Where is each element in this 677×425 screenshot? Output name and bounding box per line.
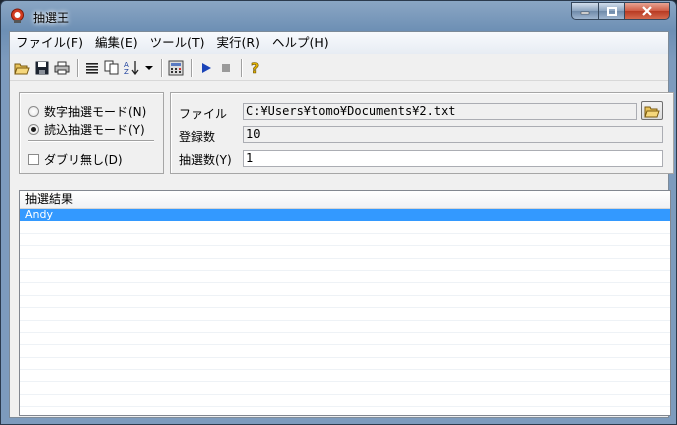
browse-button[interactable] [641,101,663,120]
toolbar-separator [161,58,163,77]
open-button[interactable] [13,59,31,77]
play-icon [202,62,211,73]
empty-row [20,221,670,234]
draw-count-label: 抽選数(Y) [179,153,232,167]
client-area: ファイル(F) 編集(E) ツール(T) 実行(R) ヘルプ(H) A Z ? … [9,31,674,418]
read-mode-option[interactable]: 読込抽選モード(Y) [28,121,145,138]
copy-icon [104,60,119,75]
print-button[interactable] [53,59,71,77]
maximize-button[interactable] [598,2,624,20]
file-path-field[interactable]: C:¥Users¥tomo¥Documents¥2.txt [243,103,637,120]
no-duplicate-checkbox[interactable] [28,154,39,165]
empty-row [20,308,670,321]
results-header-label: 抽選結果 [25,192,74,206]
save-icon [35,61,49,74]
list-item[interactable]: Andy [20,208,670,222]
count-field: 10 [243,126,663,143]
open-folder-icon [14,63,30,74]
toolbar-separator [241,58,243,77]
empty-row [20,259,670,271]
sort-az-icon: AZ [124,61,139,75]
svg-text:?: ? [251,61,259,76]
mode-group: 数字抽選モード(N) 読込抽選モード(Y) ダブリ無し(D) [19,92,164,174]
menu-run[interactable]: 実行(R) [211,32,266,54]
file-group: ファイル C:¥Users¥tomo¥Documents¥2.txt 登録数 1… [170,92,674,174]
stop-icon [222,63,230,72]
list-icon [86,62,98,74]
maximize-icon [606,6,617,16]
empty-row [20,358,670,371]
empty-row [20,333,670,346]
minimize-button[interactable] [571,2,598,20]
window-title: 抽選王 [33,11,70,25]
menu-file[interactable]: ファイル(F) [10,32,89,54]
dropdown-arrow-icon [145,65,153,70]
run-button[interactable] [197,59,215,77]
help-icon: ? [251,60,260,76]
app-ball-icon [11,8,24,23]
menu-help[interactable]: ヘルプ(H) [266,32,335,54]
open-folder-icon [644,106,660,117]
empty-row [20,382,670,395]
sort-button[interactable]: AZ [123,59,141,77]
number-mode-option[interactable]: 数字抽選モード(N) [28,103,146,120]
sort-dropdown-button[interactable] [143,59,155,77]
empty-row [20,345,670,358]
number-mode-label: 数字抽選モード(N) [44,105,147,119]
print-icon [54,61,70,74]
toolbar: AZ ? [10,55,668,81]
empty-row [20,296,670,309]
file-label: ファイル [179,107,228,121]
toolbar-separator [191,58,193,77]
close-button[interactable] [624,2,670,20]
empty-row [20,246,670,259]
app-window: 抽選王 ファイル(F) 編集(E) ツール(T) 実行(R) ヘルプ(H) A … [0,0,677,425]
stop-button[interactable] [217,59,235,77]
empty-row [20,283,670,296]
close-icon [642,6,652,16]
empty-row [20,395,670,408]
menu-tools[interactable]: ツール(T) [144,32,211,54]
toolbar-separator [77,58,79,77]
empty-row [20,321,670,333]
mode-divider [28,140,154,142]
help-button[interactable]: ? [247,59,265,77]
calculator-icon [168,60,184,75]
read-mode-label: 読込抽選モード(Y) [44,123,145,137]
save-button[interactable] [33,59,51,77]
read-mode-radio[interactable] [28,124,39,135]
draw-count-input[interactable]: 1 [243,150,663,167]
empty-row [20,370,670,383]
svg-text:Z: Z [124,68,129,75]
no-duplicate-option[interactable]: ダブリ無し(D) [28,151,123,168]
title-bar[interactable]: 抽選王 [1,1,676,31]
empty-row [20,271,670,284]
results-list[interactable]: 抽選結果 Andy [19,190,671,416]
minimize-icon [580,11,590,15]
number-mode-radio[interactable] [28,106,39,117]
empty-row [20,234,670,247]
menu-bar: ファイル(F) 編集(E) ツール(T) 実行(R) ヘルプ(H) [10,32,668,54]
list-button[interactable] [83,59,101,77]
count-label: 登録数 [179,130,216,144]
caption-buttons [571,2,670,21]
menu-edit[interactable]: 編集(E) [89,32,144,54]
calculator-button[interactable] [167,59,185,77]
results-column-header[interactable]: 抽選結果 [20,191,670,209]
copy-button[interactable] [103,59,121,77]
no-duplicate-label: ダブリ無し(D) [44,153,123,167]
